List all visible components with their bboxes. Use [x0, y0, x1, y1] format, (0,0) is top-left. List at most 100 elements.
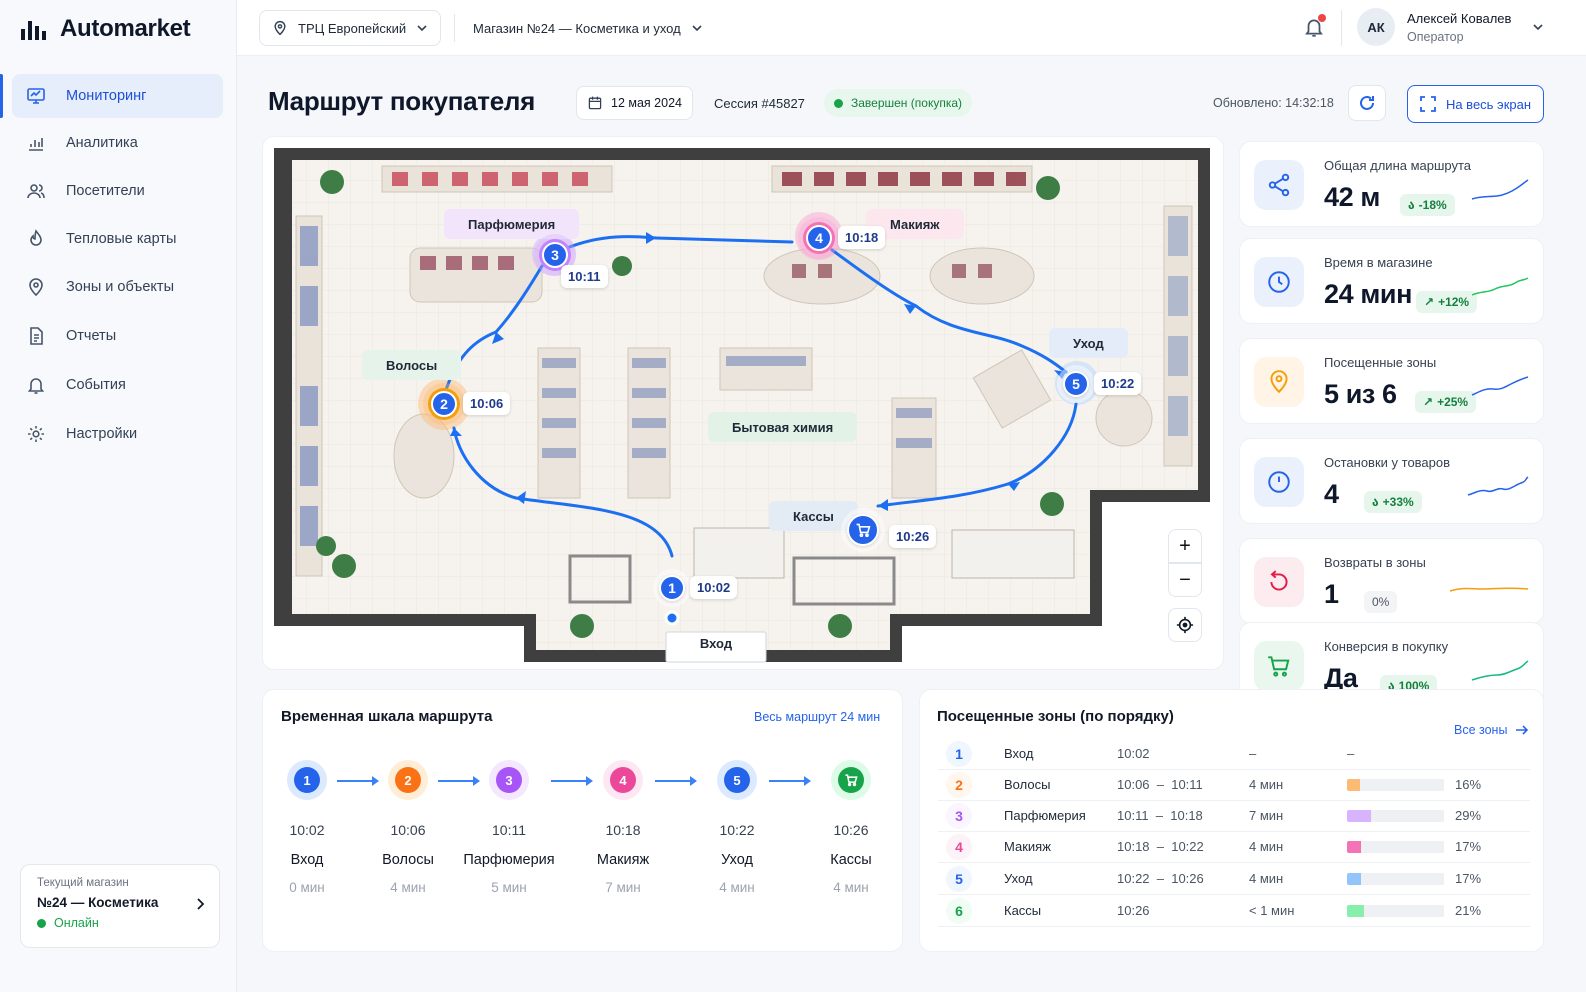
- sidebar-item-zones[interactable]: Зоны и объекты: [12, 265, 223, 309]
- route-point-5[interactable]: 5: [1063, 371, 1089, 397]
- zoom-out-button[interactable]: −: [1168, 563, 1202, 597]
- stat-change: +25%: [1437, 395, 1469, 409]
- zone-time: 10:22 – 10:26: [1117, 871, 1204, 886]
- zone-share-percent: 21%: [1455, 903, 1482, 918]
- stat-change: -18%: [1418, 198, 1447, 212]
- zone-share-bar: [1347, 905, 1444, 917]
- share-icon: [1254, 160, 1304, 210]
- sidebar-item-events[interactable]: События: [12, 363, 223, 407]
- step-number: 3: [496, 767, 522, 793]
- zone-row[interactable]: 3 Парфюмерия 10:11 – 10:18 7 мин 29%: [938, 801, 1530, 832]
- sidebar-item-visitors[interactable]: Посетители: [12, 169, 223, 213]
- step-duration: 5 мин: [491, 880, 527, 895]
- fullscreen-button[interactable]: На весь экран: [1407, 85, 1544, 123]
- zone-time: 10:26: [1117, 903, 1150, 918]
- current-store-card[interactable]: Текущий магазин №24 — Косметика Онлайн: [20, 864, 220, 948]
- sidebar-item-label: Тепловые карты: [66, 231, 177, 247]
- zone-label-checkout[interactable]: Кассы: [769, 501, 858, 531]
- zone-row[interactable]: 6 Кассы 10:26 < 1 мин 21%: [938, 896, 1530, 927]
- zone-share-percent: –: [1347, 746, 1355, 761]
- stat-change-badge: 0%: [1364, 591, 1398, 613]
- route-time-4: 10:18: [838, 226, 886, 249]
- step-time: 10:18: [605, 822, 641, 838]
- date-picker[interactable]: 12 мая 2024: [576, 86, 693, 120]
- step-time: 10:02: [289, 822, 325, 838]
- stat-value: 1: [1324, 579, 1339, 609]
- sidebar-item-heatmaps[interactable]: Тепловые карты: [12, 217, 223, 261]
- zone-share-percent: 16%: [1455, 777, 1482, 792]
- zone-share-bar: [1347, 873, 1444, 885]
- timeline-step[interactable]: 10:26 Кассы 4 мин: [801, 760, 901, 895]
- refresh-button[interactable]: [1348, 85, 1386, 121]
- zone-label-care[interactable]: Уход: [1049, 328, 1128, 358]
- mall-selector[interactable]: ТРЦ Европейский: [259, 10, 442, 46]
- zone-name: Парфюмерия: [1004, 808, 1086, 823]
- location-pin-icon: [1254, 357, 1304, 407]
- stopwatch-icon: [1254, 457, 1304, 507]
- zone-share-percent: 29%: [1455, 808, 1482, 823]
- step-number: 4: [610, 767, 636, 793]
- route-time-checkout: 10:26: [889, 525, 937, 548]
- step-name: Кассы: [830, 852, 872, 868]
- stat-change-badge: ა -18%: [1400, 194, 1455, 216]
- route-point-2[interactable]: 2: [431, 391, 457, 417]
- stat-zone-returns: Возвраты в зоны 1 0%: [1239, 538, 1544, 624]
- stat-value: 4: [1324, 479, 1339, 509]
- trend-up-icon: ↗: [1424, 295, 1435, 309]
- zone-name: Уход: [1004, 871, 1033, 886]
- zone-row[interactable]: 4 Макияж 10:18 – 10:22 4 мин 17%: [938, 832, 1530, 863]
- zone-share-percent: 17%: [1455, 839, 1482, 854]
- sidebar-item-analytics[interactable]: Аналитика: [12, 121, 223, 165]
- visited-zones-title: Посещенные зоны (по порядку): [937, 708, 1174, 725]
- route-time-3: 10:11: [561, 265, 608, 288]
- heatmap-icon: [30, 229, 42, 246]
- stat-change: +33%: [1382, 495, 1414, 509]
- sidebar-item-settings[interactable]: Настройки: [12, 412, 223, 456]
- route-point-3[interactable]: 3: [542, 242, 568, 268]
- zone-share-fill: [1347, 905, 1365, 917]
- stat-route-length: Общая длина маршрута 42 м ა -18%: [1239, 141, 1544, 227]
- zone-row[interactable]: 2 Волосы 10:06 – 10:11 4 мин 16%: [938, 770, 1530, 801]
- zone-label-perfume[interactable]: Парфюмерия: [444, 209, 580, 239]
- zone-order-number: 2: [946, 772, 972, 798]
- zone-label-entrance[interactable]: Вход: [668, 636, 764, 651]
- notifications-button[interactable]: [1303, 14, 1326, 43]
- zone-time: 10:02: [1117, 746, 1150, 761]
- sidebar: Automarket Мониторинг Аналитика Посетите…: [0, 0, 237, 992]
- clock-icon: [1254, 257, 1304, 307]
- chevron-right-icon: [197, 898, 205, 910]
- route-point-4[interactable]: 4: [806, 225, 832, 251]
- zone-duration: 4 мин: [1249, 839, 1284, 854]
- zone-row[interactable]: 1 Вход 10:02 – –: [938, 739, 1530, 770]
- store-floor-plan[interactable]: [262, 136, 1224, 670]
- stat-time-in-store: Время в магазине 24 мин ↗ +12%: [1239, 238, 1544, 324]
- zoom-in-button[interactable]: +: [1168, 529, 1202, 563]
- locate-button[interactable]: [1168, 608, 1202, 642]
- sidebar-item-label: Отчеты: [66, 328, 117, 344]
- zone-label-household[interactable]: Бытовая химия: [708, 412, 858, 442]
- zone-name: Макияж: [1004, 839, 1051, 854]
- timeline-step[interactable]: 3 10:11 Парфюмерия 5 мин: [459, 760, 559, 895]
- chevron-down-icon[interactable]: [1532, 23, 1544, 31]
- route-point-1[interactable]: 1: [659, 575, 685, 601]
- timeline-title: Временная шкала маршрута: [281, 708, 493, 725]
- sidebar-item-label: Настройки: [66, 426, 138, 442]
- route-point-checkout[interactable]: [847, 514, 879, 546]
- calendar-icon: [588, 96, 602, 110]
- timeline-full-link[interactable]: Весь маршрут 24 мин: [754, 710, 880, 724]
- users-icon: [27, 184, 45, 199]
- stat-value: 5 из 6: [1324, 379, 1397, 409]
- stat-label: Конверсия в покупку: [1324, 639, 1449, 654]
- refresh-icon: [1360, 95, 1374, 110]
- store-card-name: №24 — Косметика: [37, 895, 159, 910]
- sidebar-item-reports[interactable]: Отчеты: [12, 314, 223, 358]
- zone-share-percent: 17%: [1455, 871, 1482, 886]
- avatar[interactable]: АК: [1357, 8, 1395, 46]
- app-logo[interactable]: Automarket: [20, 14, 191, 44]
- sidebar-item-monitoring[interactable]: Мониторинг: [0, 74, 223, 118]
- zone-row[interactable]: 5 Уход 10:22 – 10:26 4 мин 17%: [938, 864, 1530, 895]
- all-zones-link[interactable]: Все зоны: [1454, 723, 1529, 737]
- store-selector[interactable]: Магазин №24 — Косметика и уход: [461, 10, 715, 46]
- report-icon: [30, 327, 43, 345]
- zone-label-hair[interactable]: Волосы: [362, 350, 462, 380]
